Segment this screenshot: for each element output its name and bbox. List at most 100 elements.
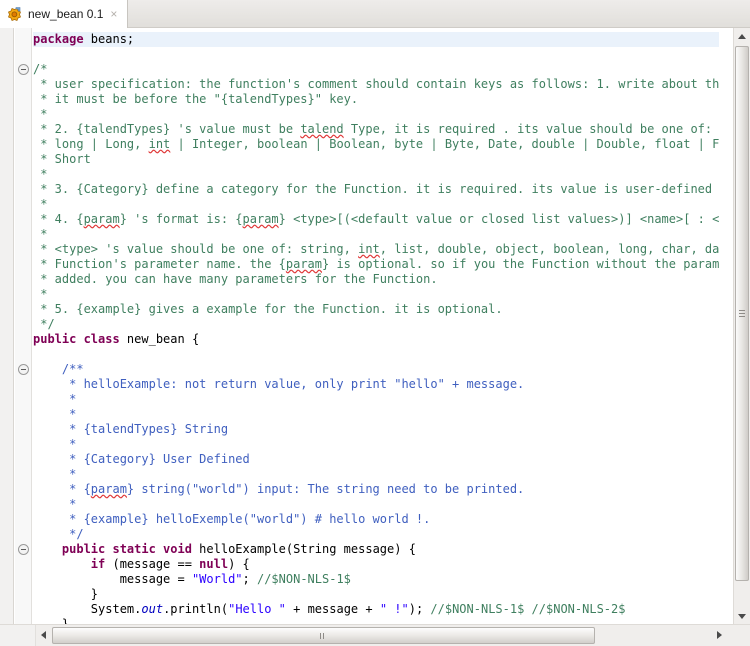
code-line[interactable]	[33, 47, 719, 62]
code-token: * added. you can have many parameters fo…	[33, 272, 438, 286]
code-line[interactable]: }	[33, 617, 719, 624]
code-token: public class	[33, 332, 120, 346]
code-line[interactable]: * Function's parameter name. the {param}…	[33, 257, 719, 272]
code-line[interactable]: * 3. {Category} define a category for th…	[33, 182, 719, 197]
scroll-right-button[interactable]	[712, 628, 728, 644]
code-line[interactable]: * {Category} User Defined	[33, 452, 719, 467]
code-token	[33, 542, 62, 556]
code-token	[33, 557, 91, 571]
code-token: } <type>[(<default value or closed list …	[279, 212, 719, 226]
code-token: * it must be before the "{talendTypes}" …	[33, 92, 358, 106]
code-token: ) {	[228, 557, 250, 571]
code-line[interactable]: *	[33, 227, 719, 242]
source-code[interactable]: package beans; /* * user specification: …	[33, 32, 719, 624]
code-line[interactable]: * Short	[33, 152, 719, 167]
code-token: if	[91, 557, 105, 571]
code-line[interactable]	[33, 347, 719, 362]
code-line[interactable]: * {example} helloExemple("world") # hell…	[33, 512, 719, 527]
editor-tab-bar: new_bean 0.1 ×	[0, 0, 750, 28]
code-line[interactable]: */	[33, 527, 719, 542]
scrollbar-grip-icon	[320, 633, 328, 639]
tab-label: new_bean 0.1	[28, 7, 103, 21]
code-token: System.	[33, 602, 141, 616]
code-token: *	[33, 107, 47, 121]
code-token: | Integer, boolean | Boolean, byte | Byt…	[170, 137, 719, 151]
code-token: * 2. {talendTypes} 's value must be	[33, 122, 300, 136]
code-line[interactable]: */	[33, 317, 719, 332]
code-viewport[interactable]: package beans; /* * user specification: …	[33, 28, 719, 624]
code-token: param	[84, 212, 120, 226]
code-token: } string("world") input: The string need…	[127, 482, 524, 496]
code-token: * 5. {example} gives a example for the F…	[33, 302, 503, 316]
code-token: /*	[33, 62, 47, 76]
fold-toggle-icon[interactable]	[18, 364, 29, 375]
folding-gutter[interactable]	[15, 28, 32, 624]
code-line[interactable]: * <type> 's value should be one of: stri…	[33, 242, 719, 257]
code-line[interactable]: * helloExample: not return value, only p…	[33, 377, 719, 392]
code-token: }	[33, 617, 69, 624]
code-line[interactable]: *	[33, 497, 719, 512]
code-line[interactable]: *	[33, 197, 719, 212]
code-token: * {talendTypes} String	[33, 422, 228, 436]
code-line[interactable]: * {param} string("world") input: The str…	[33, 482, 719, 497]
horizontal-scrollbar[interactable]	[0, 624, 750, 646]
code-line[interactable]: public static void helloExample(String m…	[33, 542, 719, 557]
code-token: package	[33, 32, 84, 46]
code-line[interactable]: * it must be before the "{talendTypes}" …	[33, 92, 719, 107]
vertical-scrollbar[interactable]	[733, 28, 750, 624]
code-line[interactable]: *	[33, 167, 719, 182]
code-line[interactable]: /*	[33, 62, 719, 77]
code-line[interactable]: }	[33, 587, 719, 602]
editor-area: package beans; /* * user specification: …	[0, 28, 750, 624]
code-token: *	[33, 197, 47, 211]
code-token: * Function's parameter name. the {	[33, 257, 286, 271]
scroll-down-button[interactable]	[734, 608, 750, 624]
code-token: } is optional. so if you the Function wi…	[322, 257, 719, 271]
code-token: * {Category} User Defined	[33, 452, 250, 466]
code-token: (message ==	[105, 557, 199, 571]
code-line[interactable]: *	[33, 107, 719, 122]
fold-toggle-icon[interactable]	[18, 544, 29, 555]
chevron-up-icon	[738, 34, 746, 39]
vertical-scrollbar-thumb[interactable]	[735, 46, 749, 581]
code-line[interactable]: *	[33, 407, 719, 422]
code-line[interactable]: * {talendTypes} String	[33, 422, 719, 437]
close-icon[interactable]: ×	[110, 8, 117, 20]
code-line[interactable]: * long | Long, int | Integer, boolean | …	[33, 137, 719, 152]
scroll-left-button[interactable]	[36, 628, 52, 644]
code-token: * {	[33, 482, 91, 496]
code-line[interactable]: *	[33, 437, 719, 452]
code-line[interactable]: package beans;	[33, 32, 719, 47]
code-token: *	[33, 287, 47, 301]
code-line[interactable]: System.out.println("Hello " + message + …	[33, 602, 719, 617]
scrollbar-corner	[0, 625, 36, 646]
horizontal-scrollbar-thumb[interactable]	[52, 627, 595, 644]
scroll-up-button[interactable]	[734, 28, 750, 44]
code-line[interactable]: * 5. {example} gives a example for the F…	[33, 302, 719, 317]
code-token: *	[33, 437, 76, 451]
code-line[interactable]: * added. you can have many parameters fo…	[33, 272, 719, 287]
code-line[interactable]: *	[33, 287, 719, 302]
code-line[interactable]: if (message == null) {	[33, 557, 719, 572]
code-token: param	[91, 482, 127, 496]
code-token: *	[33, 392, 76, 406]
code-line[interactable]: * 4. {param} 's format is: {param} <type…	[33, 212, 719, 227]
code-line[interactable]: *	[33, 392, 719, 407]
code-token: * long | Long,	[33, 137, 149, 151]
code-token: public static void	[62, 542, 192, 556]
code-token: * 4. {	[33, 212, 84, 226]
code-line[interactable]: public class new_bean {	[33, 332, 719, 347]
code-line[interactable]: /**	[33, 362, 719, 377]
code-token: new_bean {	[120, 332, 199, 346]
fold-toggle-icon[interactable]	[18, 64, 29, 75]
code-line[interactable]: * user specification: the function's com…	[33, 77, 719, 92]
code-line[interactable]: *	[33, 467, 719, 482]
code-token: );	[409, 602, 431, 616]
code-line[interactable]: * 2. {talendTypes} 's value must be tale…	[33, 122, 719, 137]
code-token: //$NON-NLS-1$	[257, 572, 351, 586]
tab-new-bean[interactable]: new_bean 0.1 ×	[0, 0, 128, 28]
code-token: * 3. {Category} define a category for th…	[33, 182, 719, 196]
scrollbar-grip-icon	[739, 310, 745, 318]
annotation-ruler[interactable]	[0, 28, 14, 624]
code-line[interactable]: message = "World"; //$NON-NLS-1$	[33, 572, 719, 587]
